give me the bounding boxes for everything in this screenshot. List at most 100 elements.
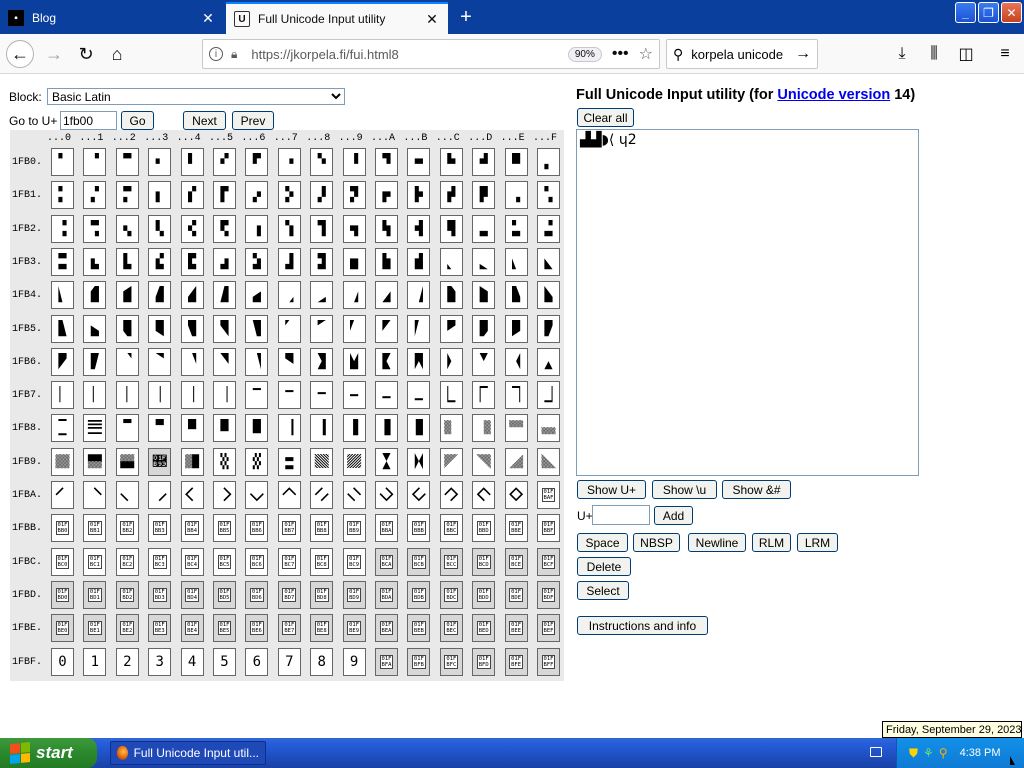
char-cell[interactable]: 🮚	[375, 447, 398, 476]
char-cell[interactable]: 01F BB4	[180, 514, 204, 543]
char-cell[interactable]: 🮓	[148, 447, 172, 476]
char-cell[interactable]: 5	[213, 647, 236, 676]
char-cell[interactable]: 01F BC1	[83, 547, 107, 576]
char-cell[interactable]: 🮊	[375, 414, 398, 443]
char-cell[interactable]: 01F BD7	[277, 580, 301, 609]
char-cell[interactable]: 01F BDA	[375, 580, 398, 609]
char-cell[interactable]: 🬦	[245, 214, 269, 243]
char-cell[interactable]: 🬑	[83, 181, 107, 210]
char-cell[interactable]: 01F BC7	[277, 547, 301, 576]
char-cell[interactable]: 🮬	[439, 481, 463, 509]
char-cell[interactable]: 🭋	[407, 281, 431, 310]
char-cell[interactable]: 🬙	[342, 181, 366, 210]
char-cell[interactable]: 01F BCE	[504, 547, 528, 576]
char-cell[interactable]: 🮧	[277, 481, 301, 509]
char-cell[interactable]: 🭵	[213, 381, 236, 410]
char-cell[interactable]: 🬆	[245, 148, 269, 176]
char-cell[interactable]: 🬨	[310, 214, 334, 243]
char-cell[interactable]: 🮋	[407, 414, 431, 443]
char-cell[interactable]: 🭥	[213, 347, 236, 376]
url-text[interactable]: https://jkorpela.fi/fui.html8	[251, 47, 567, 62]
char-cell[interactable]: 🮔	[180, 447, 204, 476]
show-backslash-u-button[interactable]: Show \u	[652, 480, 717, 499]
char-cell[interactable]: 🭮	[504, 347, 528, 376]
char-cell[interactable]: 🭲	[115, 381, 139, 410]
char-cell[interactable]: 🮃	[148, 414, 172, 443]
close-tab-icon[interactable]: ✕	[424, 11, 440, 27]
char-cell[interactable]: 🭟	[537, 314, 560, 343]
char-cell[interactable]: 🭊	[375, 281, 398, 310]
char-cell[interactable]: 🮭	[472, 481, 496, 509]
char-cell[interactable]: 🬕	[213, 181, 236, 210]
char-cell[interactable]: 🮐	[51, 447, 74, 476]
char-cell[interactable]: 🬻	[407, 247, 431, 276]
space-button[interactable]: Space	[577, 533, 628, 552]
char-cell[interactable]: 🮟	[537, 447, 560, 476]
security-shield-icon[interactable]: ⛊	[909, 746, 918, 761]
char-cell[interactable]: 🬫	[407, 214, 431, 243]
char-cell[interactable]: 🮪	[375, 481, 398, 509]
char-cell[interactable]: 🬭	[472, 214, 496, 243]
block-select[interactable]: Basic Latin	[47, 88, 345, 105]
char-cell[interactable]: 🮆	[245, 414, 269, 443]
char-cell[interactable]: 🭢	[115, 347, 139, 376]
char-cell[interactable]: 🭄	[180, 281, 204, 310]
char-cell[interactable]: 01F BC6	[245, 547, 269, 576]
char-cell[interactable]: 🭑	[83, 314, 107, 343]
char-cell[interactable]: 01F BEA	[375, 614, 398, 643]
char-cell[interactable]: 🮗	[277, 447, 301, 476]
taskbar-item-firefox[interactable]: Full Unicode Input util...	[110, 741, 266, 765]
char-cell[interactable]: 01F BE2	[115, 614, 139, 643]
newline-button[interactable]: Newline	[688, 533, 746, 552]
char-cell[interactable]: 🭞	[504, 314, 528, 343]
tab-blog[interactable]: ▪ Blog ✕	[0, 2, 224, 34]
char-cell[interactable]: 🭂	[115, 281, 139, 310]
char-cell[interactable]: 01F BFB	[407, 647, 431, 676]
rlm-button[interactable]: RLM	[752, 533, 791, 552]
char-cell[interactable]: 🮖	[245, 447, 269, 476]
char-cell[interactable]: 🬓	[148, 181, 172, 210]
char-cell[interactable]: 01F BC2	[115, 547, 139, 576]
char-cell[interactable]: 01F BAF	[537, 481, 560, 509]
char-cell[interactable]: 01F BFC	[439, 647, 463, 676]
char-cell[interactable]: 🭌	[439, 281, 463, 310]
char-cell[interactable]: 01F BFA	[375, 647, 398, 676]
char-cell[interactable]: 🭺	[375, 381, 398, 410]
char-cell[interactable]: 🬈	[310, 148, 334, 176]
char-cell[interactable]: 01F BB2	[115, 514, 139, 543]
char-cell[interactable]: 🬛	[407, 181, 431, 210]
char-cell[interactable]: 🬇	[277, 148, 301, 176]
bookmark-star-icon[interactable]: ☆	[639, 44, 653, 64]
char-cell[interactable]: 01F BB5	[213, 514, 236, 543]
search-tray-icon[interactable]: ⚲	[939, 746, 948, 760]
add-button[interactable]: Add	[654, 506, 693, 525]
char-cell[interactable]: 🬉	[342, 148, 366, 176]
char-cell[interactable]: 🬳	[148, 247, 172, 276]
char-cell[interactable]: 🮙	[342, 447, 366, 476]
char-cell[interactable]: 🭛	[407, 314, 431, 343]
char-cell[interactable]: 🬢	[115, 214, 139, 243]
unicode-version-link[interactable]: Unicode version	[777, 87, 890, 103]
char-cell[interactable]: 01F BEE	[504, 614, 528, 643]
char-cell[interactable]: 🬖	[245, 181, 269, 210]
char-cell[interactable]: 01F BB9	[342, 514, 366, 543]
char-cell[interactable]: 4	[180, 647, 204, 676]
sidebar-icon[interactable]: ◫	[952, 40, 980, 68]
char-cell[interactable]: 🮞	[504, 447, 528, 476]
char-cell[interactable]: 🮮	[504, 481, 528, 509]
char-cell[interactable]: 🭫	[407, 347, 431, 376]
char-cell[interactable]: 7	[277, 647, 301, 676]
char-cell[interactable]: 🬹	[342, 247, 366, 276]
char-cell[interactable]: 🮉	[342, 414, 366, 443]
char-cell[interactable]: 🭚	[375, 314, 398, 343]
char-cell[interactable]: 🮏	[537, 414, 560, 443]
reload-icon[interactable]: ↻	[72, 40, 100, 68]
char-cell[interactable]: 🮩	[342, 481, 366, 509]
char-cell[interactable]: 01F BD9	[342, 580, 366, 609]
char-cell[interactable]: 🮕	[213, 447, 236, 476]
char-cell[interactable]: 01F BDD	[472, 580, 496, 609]
network-icon[interactable]: ⚘	[923, 746, 934, 760]
search-input[interactable]: korpela unicode	[691, 47, 795, 62]
char-cell[interactable]: 🬸	[310, 247, 334, 276]
goto-input[interactable]: 1fb00	[60, 111, 117, 130]
